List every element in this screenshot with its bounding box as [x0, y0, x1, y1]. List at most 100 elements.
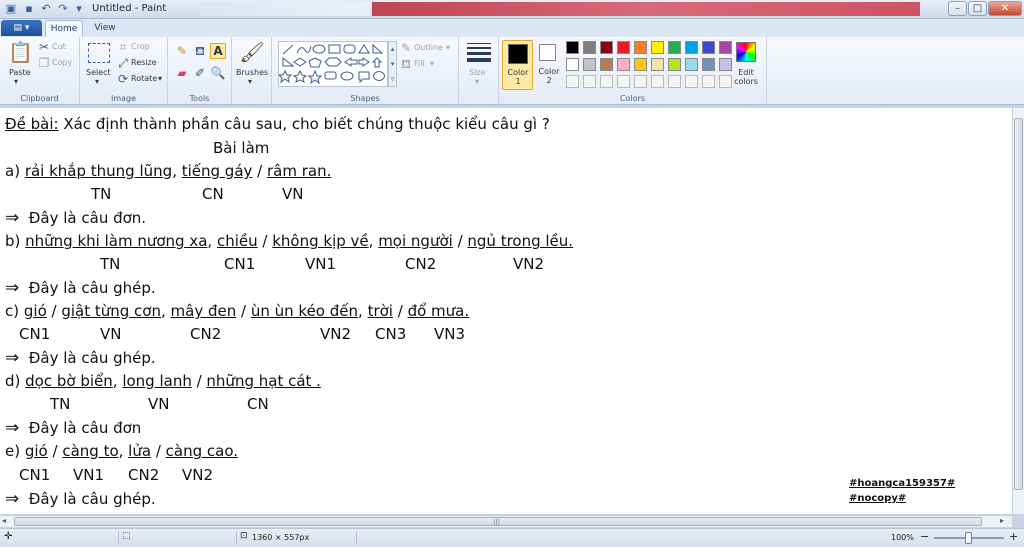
vertical-scrollbar[interactable]	[1012, 108, 1024, 514]
palette-custom-swatch[interactable]	[651, 75, 664, 88]
background-window-blur	[200, 2, 370, 16]
scroll-left-icon[interactable]: ◂	[2, 516, 6, 525]
size-dropdown-icon[interactable]: ▾	[475, 77, 479, 86]
crop-button[interactable]: Crop	[131, 42, 150, 51]
undo-icon[interactable]: ↶	[39, 2, 53, 16]
brushes-dropdown-icon[interactable]: ▾	[248, 77, 252, 86]
eraser-icon[interactable]: ▰	[174, 66, 190, 80]
brush-icon[interactable]: 🖌	[239, 40, 265, 64]
palette-color-swatch[interactable]	[566, 41, 579, 54]
drawing-canvas[interactable]: Đề bài: Xác định thành phần câu sau, cho…	[0, 108, 1012, 514]
palette-custom-swatch[interactable]	[617, 75, 630, 88]
palette-color-swatch[interactable]	[668, 58, 681, 71]
select-button[interactable]: Select	[86, 68, 111, 77]
palette-custom-swatch[interactable]	[685, 75, 698, 88]
palette-color-swatch[interactable]	[600, 58, 613, 71]
fill-dropdown-icon[interactable]: ▾	[430, 59, 434, 68]
paste-icon[interactable]: 📋	[8, 40, 33, 64]
palette-custom-swatch[interactable]	[702, 75, 715, 88]
scroll-right-icon[interactable]: ▸	[1000, 516, 1004, 525]
palette-color-swatch[interactable]	[668, 41, 681, 54]
outline-dropdown-icon[interactable]: ▾	[446, 43, 450, 52]
horizontal-scroll-thumb[interactable]: |||	[14, 517, 982, 526]
cursor-position-icon: ✛	[4, 531, 13, 542]
paint-app-icon[interactable]: ▣	[4, 2, 18, 16]
palette-color-swatch[interactable]	[634, 58, 647, 71]
maximize-button[interactable]: □	[968, 1, 987, 16]
select-icon[interactable]	[88, 43, 110, 63]
size-lines-icon[interactable]	[467, 43, 491, 62]
resize-button[interactable]: Resize	[131, 58, 157, 67]
file-menu-icon: ▤	[13, 23, 25, 33]
palette-custom-swatch[interactable]	[634, 75, 647, 88]
palette-color-swatch[interactable]	[583, 58, 596, 71]
cut-button[interactable]: Cut	[52, 42, 66, 51]
cut-icon: ✂	[38, 40, 50, 54]
minimize-button[interactable]: –	[948, 1, 967, 16]
implies-arrow-icon: ⇒	[5, 208, 20, 228]
clipboard-group-label: Clipboard	[20, 94, 59, 103]
resize-icon: ⤢	[118, 56, 128, 70]
copy-button[interactable]: Copy	[52, 58, 72, 67]
tab-view[interactable]: View	[88, 20, 122, 37]
palette-color-swatch[interactable]	[600, 41, 613, 54]
palette-color-swatch[interactable]	[702, 58, 715, 71]
canvas-area: Đề bài: Xác định thành phần câu sau, cho…	[0, 105, 1024, 515]
horizontal-scrollbar[interactable]: ◂ ||| ▸	[0, 515, 1012, 527]
palette-custom-swatch[interactable]	[668, 75, 681, 88]
vertical-scroll-thumb[interactable]	[1014, 118, 1023, 490]
edit-colors-icon[interactable]	[736, 42, 756, 62]
palette-color-swatch[interactable]	[651, 41, 664, 54]
text-tool-icon[interactable]: A	[210, 43, 226, 59]
fill-button[interactable]: Fill	[414, 59, 425, 68]
tag-label: VN	[100, 325, 122, 343]
close-button[interactable]: ✕	[988, 1, 1022, 16]
palette-color-swatch[interactable]	[617, 58, 630, 71]
shapes-gallery-scroll[interactable]: ▴ ▾ ▿	[388, 41, 397, 87]
palette-color-swatch[interactable]	[651, 58, 664, 71]
tag-label: TN	[50, 395, 71, 413]
palette-color-swatch[interactable]	[583, 41, 596, 54]
palette-custom-swatch[interactable]	[600, 75, 613, 88]
conclusion-e: ⇒ Đây là câu ghép.	[5, 489, 156, 509]
paste-dropdown-icon[interactable]: ▾	[14, 77, 18, 86]
edit-colors-button[interactable]: Edit colors	[731, 68, 761, 86]
zoom-in-button[interactable]: +	[1009, 530, 1018, 543]
size-button[interactable]: Size	[469, 68, 485, 77]
color2-label: Color 2	[538, 67, 560, 85]
save-icon[interactable]: ▪	[22, 2, 36, 16]
color1-button[interactable]: Color 1	[502, 40, 533, 90]
crop-icon: ⌗	[119, 40, 127, 54]
palette-color-swatch[interactable]	[685, 58, 698, 71]
zoom-out-button[interactable]: −	[920, 530, 929, 543]
shapes-gallery[interactable]	[277, 41, 388, 87]
select-dropdown-icon[interactable]: ▾	[95, 77, 99, 86]
palette-custom-swatch[interactable]	[583, 75, 596, 88]
palette-color-swatch[interactable]	[685, 41, 698, 54]
color2-button[interactable]: Color 2	[535, 40, 563, 90]
redo-icon[interactable]: ↷	[56, 2, 70, 16]
rotate-dropdown-icon[interactable]: ▾	[158, 74, 162, 83]
pencil-icon[interactable]: ✎	[174, 44, 190, 58]
palette-color-swatch[interactable]	[634, 41, 647, 54]
file-menu-button[interactable]: ▤ ▾	[1, 20, 42, 36]
palette-color-swatch[interactable]	[719, 41, 732, 54]
tab-home[interactable]: Home	[45, 20, 83, 37]
fill-icon: ⛾	[401, 57, 411, 71]
palette-color-swatch[interactable]	[702, 41, 715, 54]
palette-custom-swatch[interactable]	[566, 75, 579, 88]
color-picker-icon[interactable]: ✐	[192, 66, 208, 80]
palette-color-swatch[interactable]	[617, 41, 630, 54]
canvas-size-icon: ⊡	[240, 531, 248, 541]
magnifier-icon[interactable]: 🔍	[210, 66, 226, 80]
customize-toolbar-icon[interactable]: ▾	[72, 2, 86, 16]
paste-button[interactable]: Paste	[9, 68, 31, 77]
rotate-button[interactable]: Rotate	[131, 74, 157, 83]
palette-color-swatch[interactable]	[566, 58, 579, 71]
brushes-button[interactable]: Brushes	[236, 68, 268, 77]
implies-arrow-icon: ⇒	[5, 348, 20, 368]
outline-button[interactable]: Outline	[414, 43, 443, 52]
tag-label: VN2	[513, 255, 545, 273]
fill-bucket-icon[interactable]: ⛾	[192, 44, 208, 58]
zoom-slider-thumb[interactable]	[965, 532, 972, 544]
